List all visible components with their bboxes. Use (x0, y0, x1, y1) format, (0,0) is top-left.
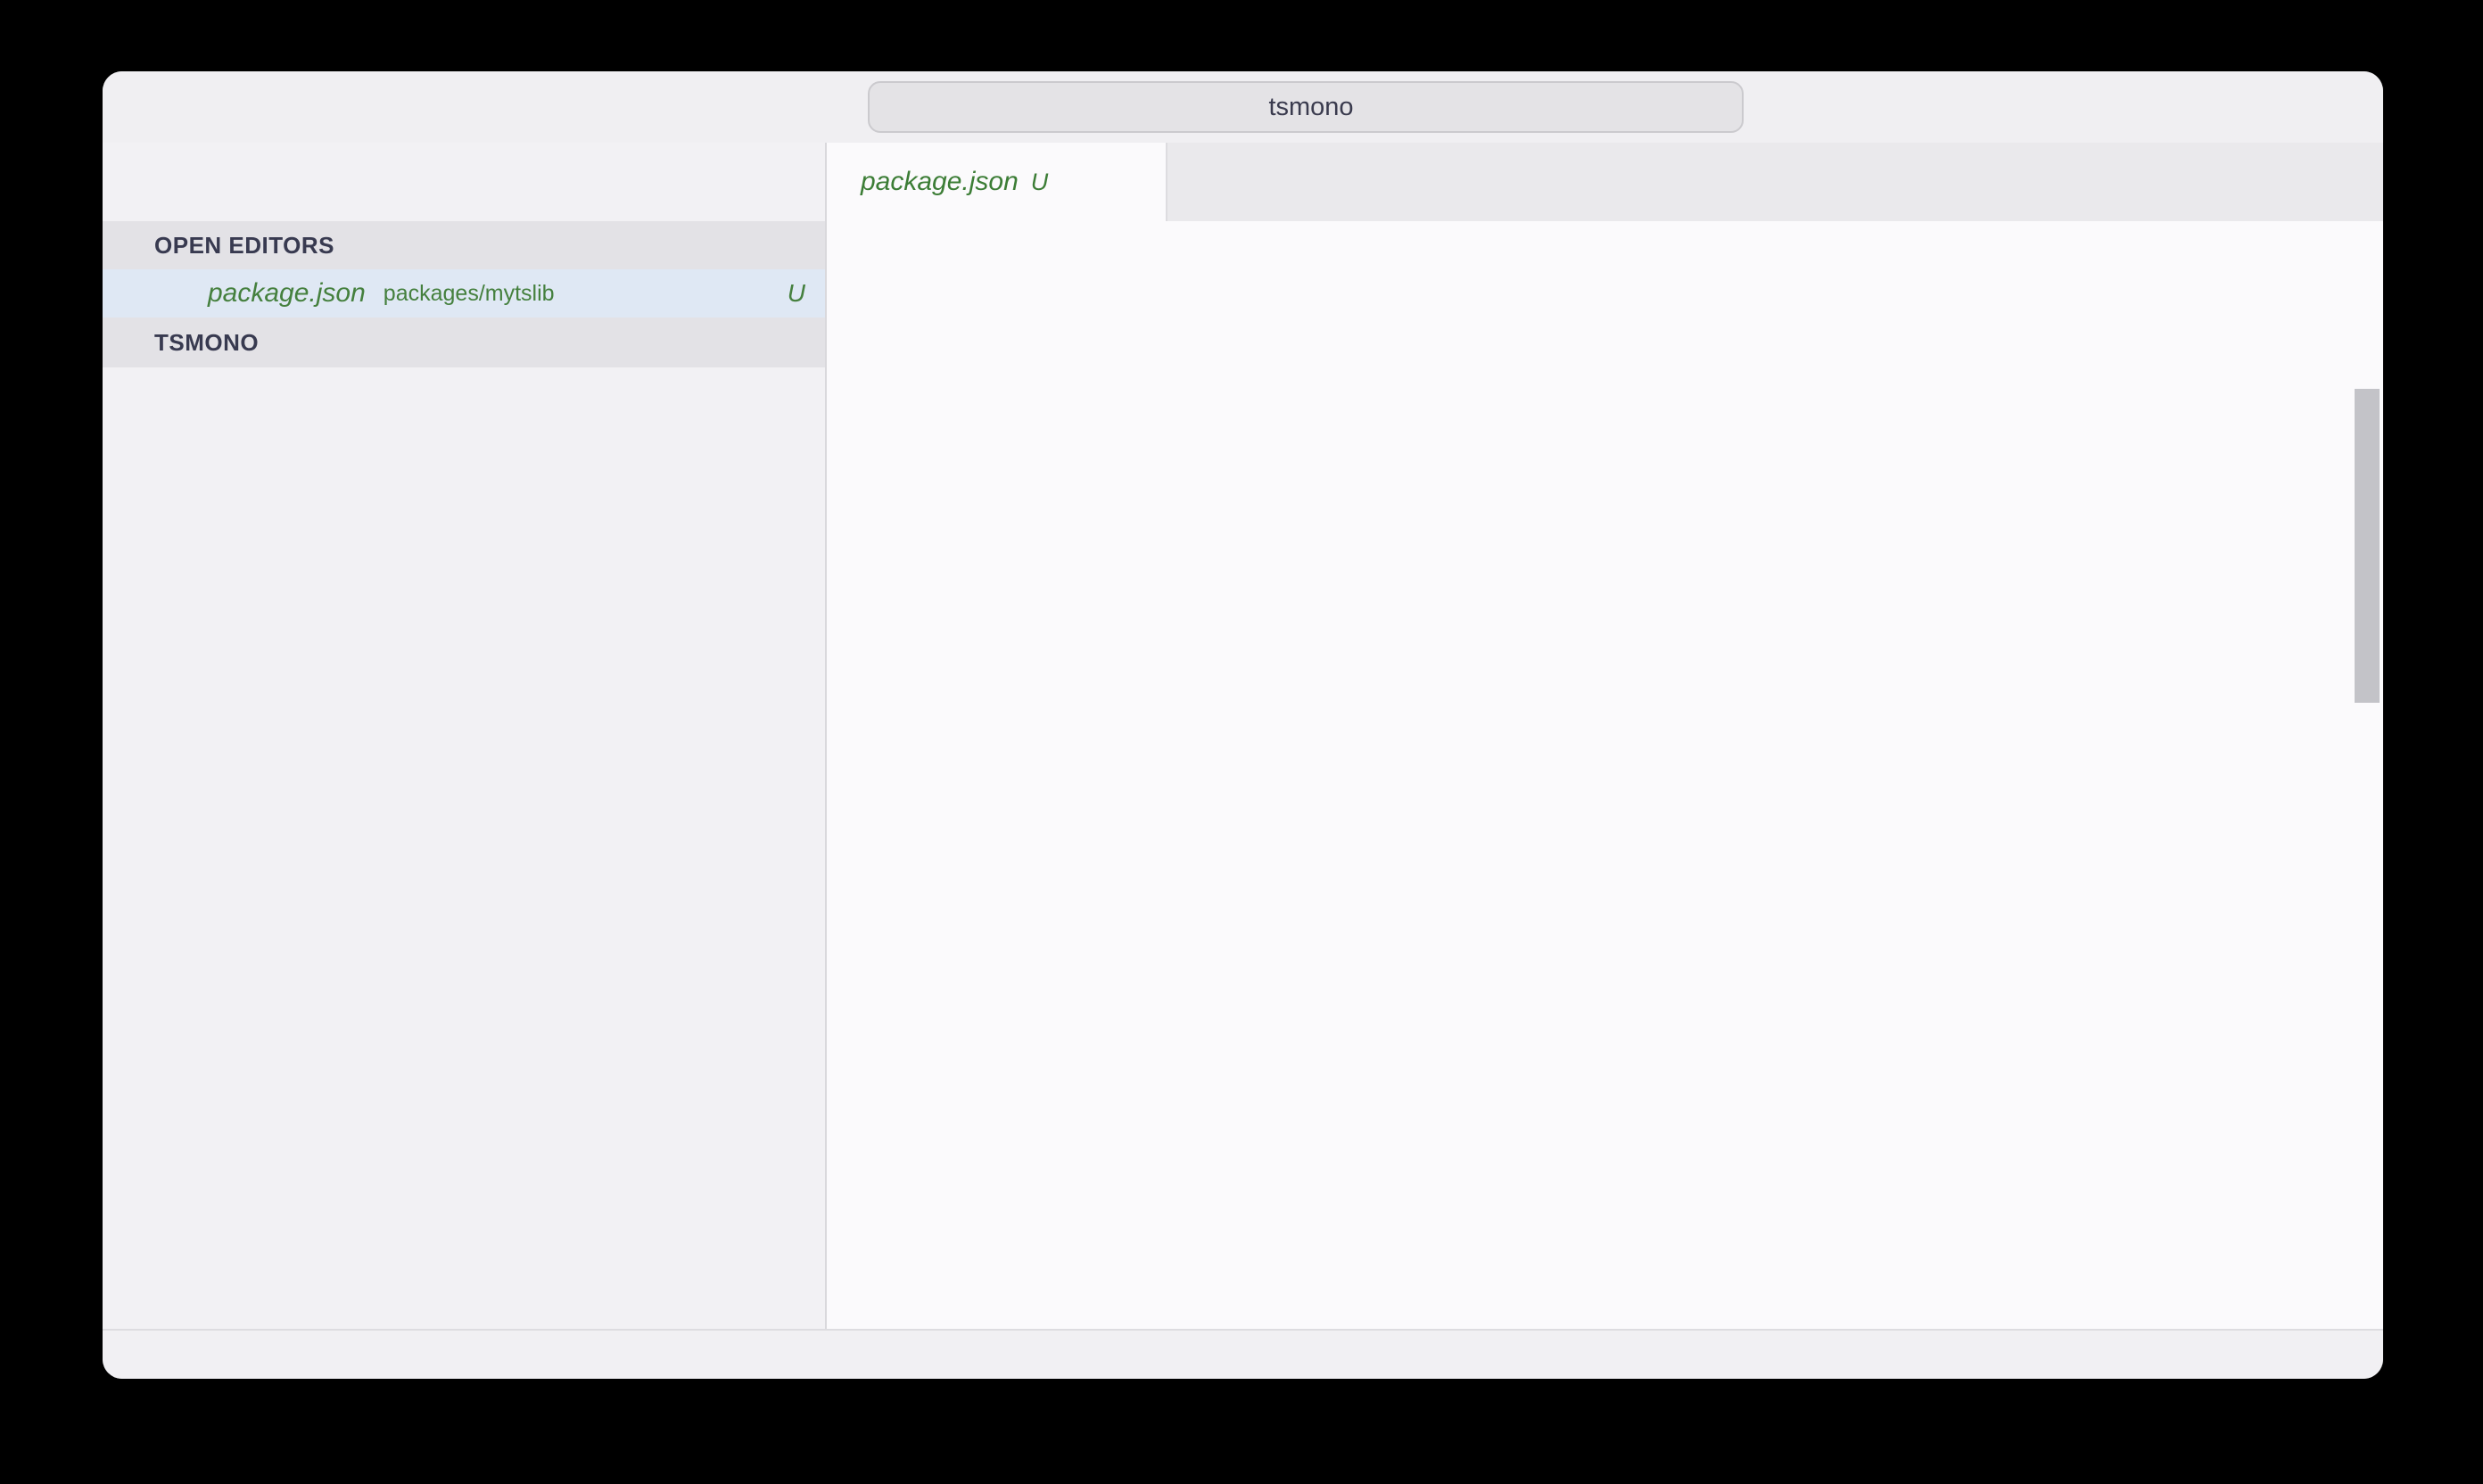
modified-badge: U (788, 279, 805, 308)
open-editor-item[interactable]: package.json packages/mytslib U (103, 269, 825, 317)
explorer-title: TSMONO (154, 329, 259, 357)
search-value: tsmono (1268, 93, 1353, 122)
activity-bar (103, 143, 825, 221)
open-editor-path: packages/mytslib (384, 281, 555, 307)
forward-icon[interactable] (821, 86, 863, 128)
chevron-down-icon (115, 229, 147, 261)
minimize-window-button[interactable] (174, 95, 197, 119)
editor-scrollbar[interactable] (2355, 389, 2380, 703)
tab-bar: package.json U (827, 143, 2383, 221)
desktop-background: tsmono OPEN EDITORS package.json package… (0, 0, 2483, 1484)
open-editors-title: OPEN EDITORS (154, 232, 334, 260)
traffic-lights (136, 95, 235, 119)
tab-package-json[interactable]: package.json U (827, 143, 1167, 221)
editor-actions (2353, 143, 2383, 221)
tab-modified-badge: U (1031, 169, 1049, 196)
explorer-header[interactable]: TSMONO (103, 317, 825, 367)
chevron-down-icon (115, 326, 147, 359)
close-icon[interactable] (1066, 169, 1093, 195)
open-editor-filename: package.json (208, 278, 366, 309)
history-nav (740, 86, 863, 128)
close-editor-icon[interactable] (153, 280, 179, 307)
title-bar: tsmono (103, 71, 2383, 143)
tab-label: package.json (861, 167, 1019, 197)
back-icon[interactable] (740, 86, 783, 128)
zoom-window-button[interactable] (211, 95, 235, 119)
cursor-window: tsmono OPEN EDITORS package.json package… (103, 71, 2383, 1379)
status-bar (103, 1329, 2383, 1379)
code-editor[interactable] (827, 268, 2383, 1329)
breadcrumb (827, 221, 2383, 268)
editor-area: package.json U (827, 143, 2383, 1329)
open-editors-header[interactable]: OPEN EDITORS (103, 221, 825, 269)
close-window-button[interactable] (136, 95, 160, 119)
sidebar: OPEN EDITORS package.json packages/mytsl… (103, 143, 827, 1329)
command-center-search[interactable]: tsmono (868, 81, 1744, 133)
